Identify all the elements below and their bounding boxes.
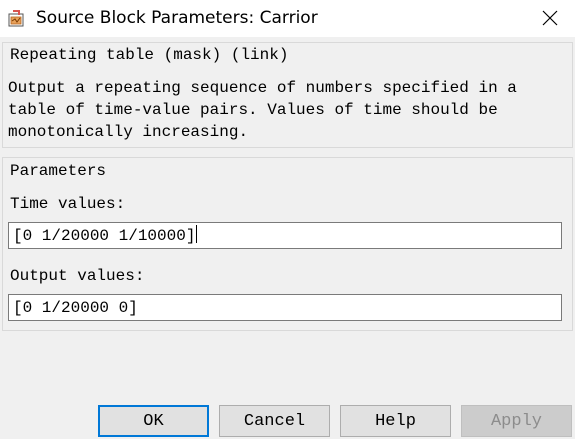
output-values-label: Output values: [10, 267, 145, 285]
output-values-input[interactable]: [0 1/20000 0] [8, 294, 562, 321]
output-values-text: [0 1/20000 0] [13, 299, 138, 317]
apply-button: Apply [461, 405, 572, 437]
close-icon [542, 10, 558, 26]
close-button[interactable] [530, 2, 570, 34]
time-values-label: Time values: [10, 195, 126, 213]
simulink-block-icon [8, 9, 26, 27]
description-title: Repeating table (mask) (link) [10, 46, 289, 64]
title-bar: Source Block Parameters: Carrior [0, 0, 575, 37]
time-values-text: [0 1/20000 1/10000] [13, 227, 196, 245]
cancel-button[interactable]: Cancel [219, 405, 330, 437]
text-caret [196, 225, 198, 243]
window-title: Source Block Parameters: Carrior [36, 8, 318, 28]
help-button[interactable]: Help [340, 405, 451, 437]
time-values-input[interactable]: [0 1/20000 1/10000] [8, 222, 562, 249]
parameters-title: Parameters [10, 162, 107, 180]
ok-button[interactable]: OK [98, 405, 209, 437]
description-text: Output a repeating sequence of numbers s… [8, 79, 517, 141]
